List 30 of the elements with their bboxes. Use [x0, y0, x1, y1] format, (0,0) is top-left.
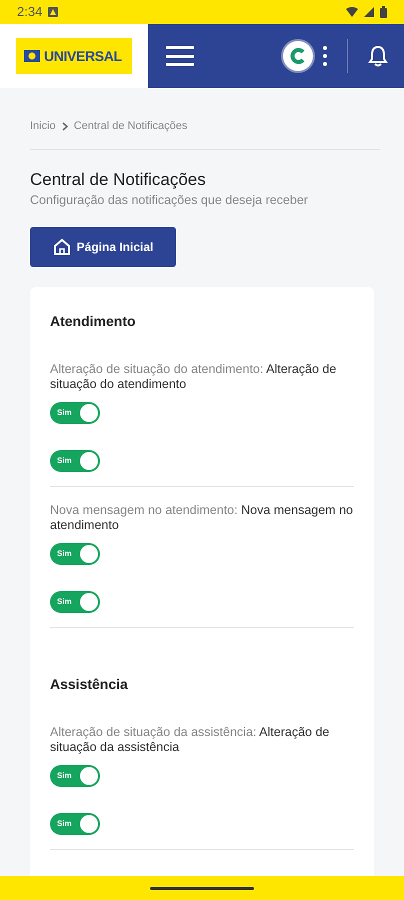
toggle-switch[interactable]: Sim: [50, 450, 100, 472]
page-subtitle: Configuração das notificações que deseja receber: [30, 192, 309, 209]
toggle-switch[interactable]: Sim: [50, 402, 100, 424]
logo[interactable]: UNIVERSAL: [16, 38, 132, 74]
breadcrumb-link[interactable]: Inicio: [30, 118, 56, 134]
menu-icon[interactable]: [166, 45, 194, 67]
notification-label: Nova mensagem no atendimento: Nova mensagem no atendimento: [50, 503, 354, 534]
more-icon[interactable]: [323, 46, 327, 66]
toggle-switch[interactable]: Sim: [50, 591, 100, 614]
chevron-icon: [62, 122, 68, 131]
toggle-switch[interactable]: Sim: [50, 543, 100, 566]
home-button[interactable]: Página Inicial: [30, 227, 176, 268]
notification-label: Alteração de situação da assistência: Alteração de situação da assistência: [50, 725, 330, 756]
signal-icon: [364, 7, 374, 17]
section-title: Atendimento: [50, 312, 137, 332]
battery-icon: [380, 6, 387, 18]
page-title: Central de Notificações: [30, 168, 207, 190]
section-title: Assistência: [50, 675, 129, 694]
toggle-switch[interactable]: Sim: [50, 765, 100, 788]
wifi-icon: [346, 7, 358, 17]
notification-icon: [48, 7, 58, 17]
logo-icon: [24, 50, 40, 62]
notification-label: Alteração de situação do atendimento: Alteração de situação do atendimento: [50, 362, 338, 392]
breadcrumb-current: Central de Notificações: [74, 119, 188, 134]
home-indicator[interactable]: [150, 886, 254, 890]
avatar-icon[interactable]: [283, 41, 313, 71]
home-icon: [52, 238, 71, 256]
status-time: 2:34: [17, 3, 42, 22]
toggle-switch[interactable]: Sim: [50, 813, 100, 836]
bell-icon[interactable]: [368, 45, 388, 67]
